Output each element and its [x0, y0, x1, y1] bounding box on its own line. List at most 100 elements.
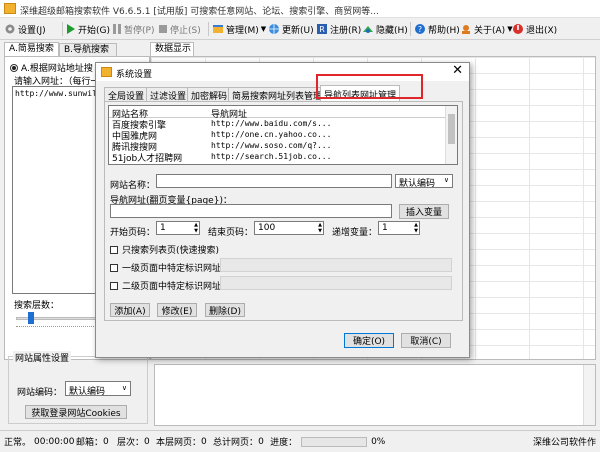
spin-arrows-icon[interactable]: ▲ ▼	[414, 222, 418, 234]
table-row[interactable]: 51job人才招聘网 http://search.51job.co...	[109, 151, 445, 164]
checkbox-icon	[110, 281, 118, 290]
highlight-box	[316, 74, 423, 99]
table-row[interactable]: 中国雅虎网 http://one.cn.yahoo.co...	[109, 129, 445, 142]
edit-button[interactable]: 修改(E)	[157, 303, 197, 317]
toolbar-separator	[410, 22, 411, 36]
stop-button[interactable]: 停止(S)	[158, 21, 201, 37]
site-name-label: 网站名称：	[110, 181, 156, 191]
tab-simple-list[interactable]: 简易搜索网址列表管理	[228, 87, 327, 102]
spin-arrows-icon[interactable]: ▲ ▼	[318, 222, 322, 234]
progress-label: 进度：	[270, 438, 298, 448]
table-scrollbar[interactable]	[445, 106, 457, 164]
level2-checkbox[interactable]: 二级页面中特定标识网址	[110, 279, 221, 292]
level1-input[interactable]	[220, 258, 452, 272]
manage-button[interactable]: 管理(M) ▼	[212, 21, 266, 37]
table-row[interactable]: 腾讯搜搜网 http://www.soso.com/q?...	[109, 140, 445, 153]
hide-button[interactable]: 隐藏(H)	[362, 21, 408, 37]
start-page-stepper[interactable]: 1 ▲ ▼	[156, 221, 200, 235]
key-icon: R	[316, 23, 328, 35]
tab-data-display[interactable]: 数据显示	[150, 42, 194, 56]
globe-icon	[268, 23, 280, 35]
ok-button[interactable]: 确定(O)	[344, 333, 394, 348]
settings-button[interactable]: 设置(J)	[4, 21, 46, 37]
status-state: 正常。	[4, 438, 32, 448]
close-icon[interactable]: ✕	[452, 63, 463, 78]
exit-icon	[512, 23, 524, 35]
nav-url-input[interactable]	[110, 204, 392, 218]
svg-text:?: ?	[418, 25, 422, 34]
level1-checkbox[interactable]: 一级页面中特定标识网址	[110, 261, 221, 274]
chevron-down-icon: ▼	[260, 25, 267, 33]
pause-button[interactable]: 暂停(P)	[112, 21, 154, 37]
site-props-group: 网站属性设置 网站编码： 默认编码 ∨ 获取登录网站Cookies	[8, 351, 148, 424]
total-label: 总计网页：	[213, 438, 259, 448]
site-name-input[interactable]	[156, 174, 392, 188]
status-time: 00:00:00	[34, 436, 75, 447]
add-button[interactable]: 添加(A)	[110, 303, 150, 317]
svg-text:R: R	[319, 25, 325, 34]
table-header: 网站名称 导航网址	[109, 106, 445, 120]
delete-button[interactable]: 删除(D)	[205, 303, 245, 317]
start-button[interactable]: 开始(G)	[66, 21, 110, 37]
site-encoding-select[interactable]: 默认编码 ∨	[395, 174, 453, 189]
toolbar-separator	[62, 22, 63, 36]
level-count: 0	[144, 436, 150, 447]
app-icon	[4, 3, 16, 14]
mode-radio[interactable]: A.根据网站地址搜	[10, 61, 93, 74]
gear-icon	[4, 23, 16, 35]
emails-label: 邮箱：	[76, 438, 104, 448]
cancel-button[interactable]: 取消(C)	[401, 333, 451, 348]
slider-thumb[interactable]	[28, 312, 34, 324]
tab-nav-search[interactable]: B.导航搜索	[59, 43, 117, 56]
help-button[interactable]: ? 帮助(H)	[414, 21, 460, 37]
company-text: 深维公司软件作	[532, 438, 596, 448]
step-label: 递增变量：	[332, 228, 378, 238]
site-props-title: 网站属性设置	[13, 351, 72, 364]
tab-global[interactable]: 全局设置	[104, 87, 149, 102]
log-scrollbar[interactable]	[583, 365, 595, 425]
tab-simple-search[interactable]: A.简易搜索	[4, 42, 59, 56]
step-stepper[interactable]: 1 ▲ ▼	[378, 221, 420, 235]
end-page-label: 结束页码：	[208, 228, 254, 238]
table-row[interactable]: 百度搜索引擎 http://www.baidu.com/s...	[109, 118, 445, 131]
level2-input[interactable]	[220, 276, 452, 290]
page-count: 0	[201, 436, 207, 447]
spin-arrows-icon[interactable]: ▲ ▼	[194, 222, 198, 234]
encoding-select[interactable]: 默认编码 ∨	[65, 381, 131, 397]
play-icon	[66, 23, 76, 35]
update-button[interactable]: 更新(U)	[268, 21, 314, 37]
title-bar: 深维超级邮箱搜索软件 V6.6.5.1 [试用版] 可搜索任意网站、论坛、搜索引…	[0, 0, 600, 18]
chevron-down-icon: ∨	[443, 176, 449, 184]
end-page-stepper[interactable]: 100 ▲ ▼	[254, 221, 324, 235]
help-icon: ?	[414, 23, 426, 35]
scrollbar-thumb[interactable]	[448, 114, 455, 144]
checkbox-icon	[110, 263, 118, 272]
exit-button[interactable]: 退出(X)	[512, 21, 557, 37]
about-icon	[460, 23, 472, 35]
log-panel	[154, 364, 596, 426]
level-label: 层次：	[117, 438, 145, 448]
radio-icon	[10, 63, 18, 72]
chevron-down-icon: ∨	[121, 384, 127, 392]
settings-dialog: 系统设置 ✕ 全局设置 过滤设置 加密解码 简易搜索网址列表管理 导航列表网址管…	[95, 62, 470, 358]
checkbox-icon	[110, 245, 118, 254]
stop-icon	[158, 23, 168, 35]
get-cookies-button[interactable]: 获取登录网站Cookies	[25, 405, 127, 419]
progress-text: 0%	[371, 436, 386, 447]
progress-bar	[301, 436, 368, 447]
about-button[interactable]: 关于(A) ▼	[460, 21, 513, 37]
total-count: 0	[258, 436, 264, 447]
hide-icon	[362, 23, 374, 35]
insert-variable-button[interactable]: 插入变量	[399, 204, 449, 219]
list-only-checkbox[interactable]: 只搜索列表页(快速搜索)	[110, 243, 219, 256]
encoding-label: 网站编码：	[17, 388, 63, 398]
manage-icon	[212, 23, 224, 35]
register-button[interactable]: R 注册(R)	[316, 21, 361, 37]
tab-decode[interactable]: 加密解码	[187, 87, 232, 102]
site-table: 网站名称 导航网址 百度搜索引擎 http://www.baidu.com/s.…	[108, 105, 458, 165]
dialog-icon	[101, 67, 112, 77]
tab-filter[interactable]: 过滤设置	[146, 87, 191, 102]
emails-count: 0	[103, 436, 109, 447]
pause-icon	[112, 23, 122, 35]
status-bar: 正常。 00:00:00 邮箱： 0 层次： 0 本层网页： 0 总计网页： 0…	[0, 430, 600, 452]
